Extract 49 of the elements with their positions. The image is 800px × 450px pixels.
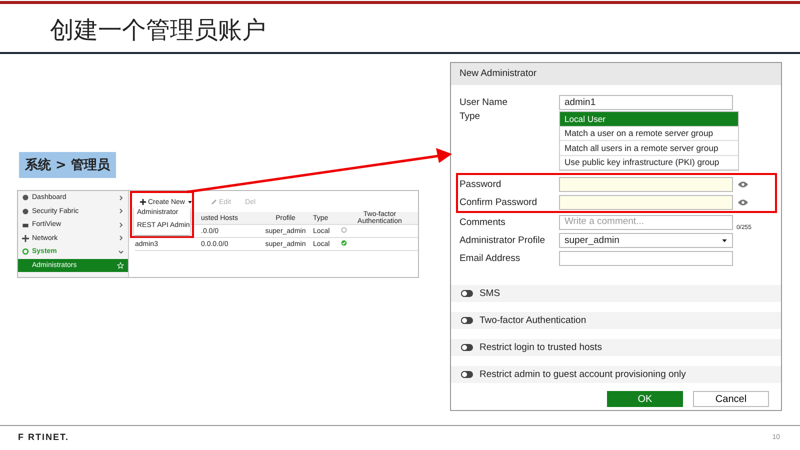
gear-icon [22,248,29,256]
caret-icon [721,236,728,244]
pencil-icon [210,199,217,205]
comment-field[interactable]: Write a comment... [559,214,734,230]
field-label: Confirm Password [459,196,538,208]
option-item[interactable]: Match all users in a remote server group [560,141,738,156]
chart-icon [22,221,29,228]
option-item[interactable]: Local User [560,112,738,126]
field-label: Administrator Profile [459,234,546,246]
ok-button[interactable]: OK [607,391,683,407]
highlight-frame [130,191,194,238]
toggle-label: SMS [479,288,500,299]
toggle-switch[interactable] [461,371,474,378]
cross-icon [22,234,29,242]
password-field[interactable] [559,194,734,210]
plus-icon [140,199,146,205]
toggle-label: Two-factor Authentication [479,315,586,326]
input-field[interactable]: admin1 [559,94,734,110]
option-item[interactable]: Use public key infrastructure (PKI) group [560,156,738,170]
toggle-switch[interactable] [461,344,474,351]
profile-dropdown[interactable]: super_admin [559,232,734,248]
cancel-button[interactable]: Cancel [693,391,769,407]
toggle-switch[interactable] [461,317,474,324]
field-label: User Name [459,96,508,108]
slide-title: 创建一个管理员账户 [49,15,267,46]
circle-icon [22,208,29,215]
chevron-down-icon [118,248,124,255]
section-label: 系统 > 管理员 [19,152,116,178]
option-item[interactable]: Match a user on a remote server group [560,126,738,141]
toggle-label: Restrict admin to guest account provisioning only [479,369,686,380]
star-icon[interactable] [117,262,124,268]
toggle-label: Restrict login to trusted hosts [479,342,602,353]
password-field[interactable] [559,176,734,192]
field-label: Password [459,178,502,190]
chevron-right-icon [118,194,124,201]
circle-icon [22,194,29,202]
chevron-right-icon [118,222,124,228]
field-label: Comments [459,216,506,228]
dialog-title: New Administrator [451,63,781,85]
logo: F RTINET. [18,432,69,442]
chevron-right-icon [118,235,124,242]
input-field[interactable] [559,250,734,266]
field-label: Email Address [459,252,522,264]
caret-icon [186,199,193,205]
chevron-right-icon [118,208,124,214]
eye-icon[interactable] [738,180,748,188]
toggle-switch[interactable] [461,290,474,297]
field-label: Type [459,111,482,122]
eye-icon[interactable] [738,198,748,206]
